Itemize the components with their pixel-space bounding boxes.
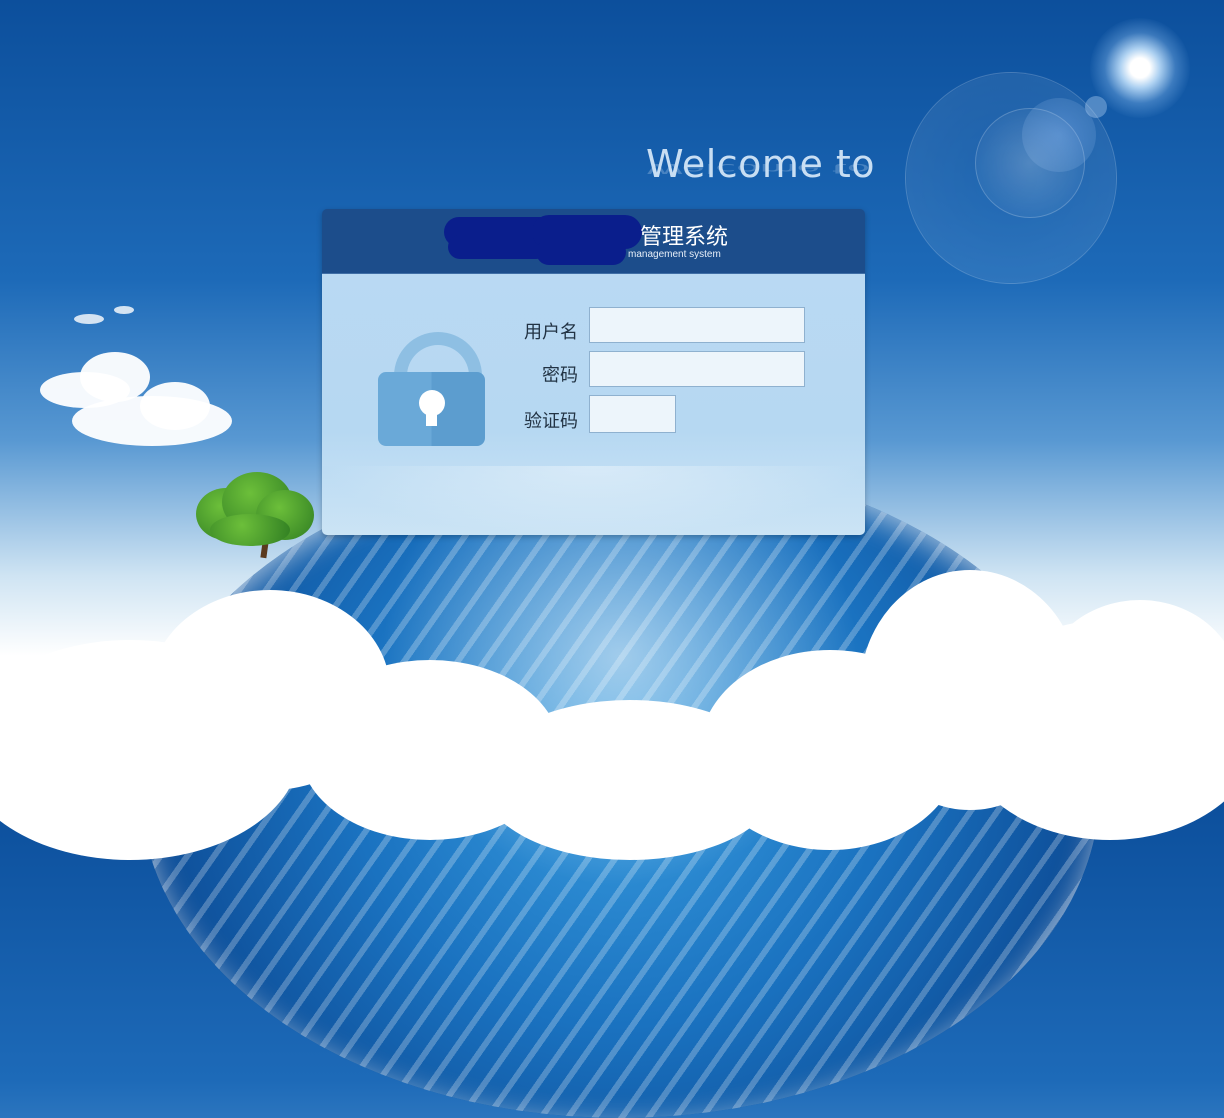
username-label: 用户名 [524,322,578,343]
sun-glow [1090,18,1190,118]
system-subtitle: management system [628,249,721,260]
welcome-text-reflection: Welcome to [646,160,871,176]
system-title: 管理系统 [640,225,729,250]
login-form: 用户名 密码 验证码 [322,274,865,535]
captcha-input[interactable] [589,395,676,433]
password-label: 密码 [542,365,578,386]
earth-reflection [322,466,865,535]
password-input[interactable] [589,351,805,387]
captcha-label: 验证码 [524,411,578,432]
lock-icon [378,332,486,452]
username-input[interactable] [589,307,805,343]
login-panel: 管理系统 management system 用户名 密码 验证码 [322,209,865,535]
login-header: 管理系统 management system [322,209,865,274]
